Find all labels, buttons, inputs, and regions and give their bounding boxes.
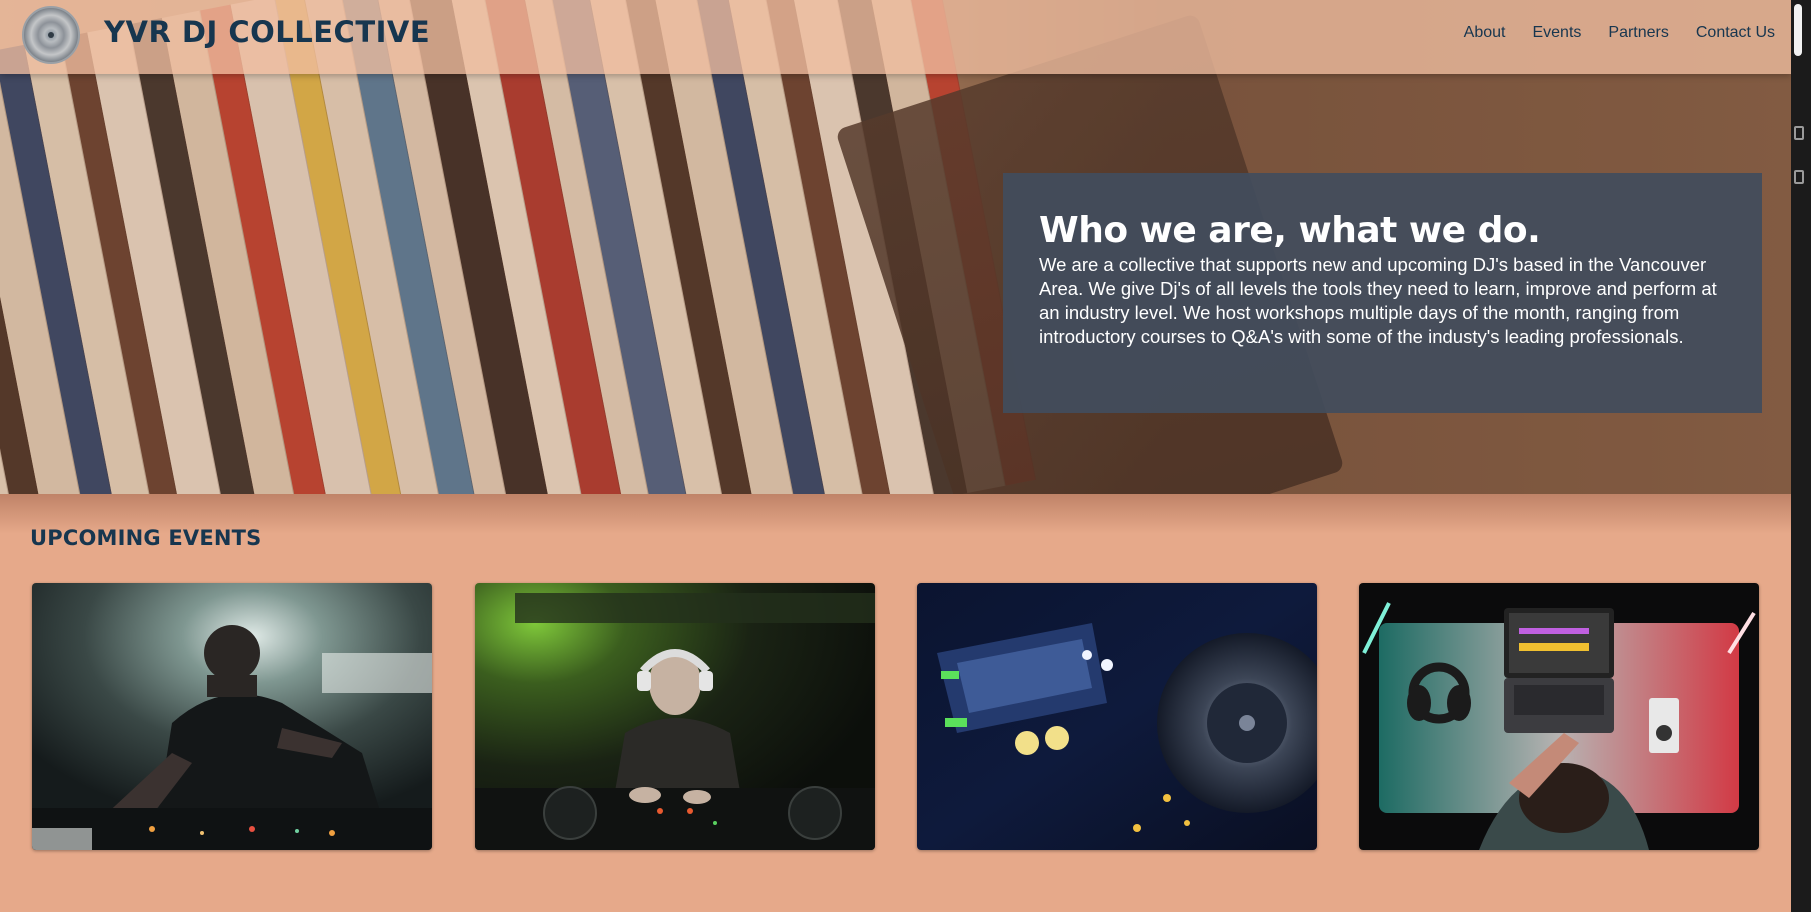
event-card[interactable]: [917, 583, 1317, 850]
about-text: We are a collective that supports new an…: [1039, 254, 1717, 347]
site-header: YVR DJ COLLECTIVE About Events Partners …: [0, 0, 1791, 74]
nav-link-partners[interactable]: Partners: [1608, 24, 1668, 42]
dj-performing-photo: [32, 583, 432, 850]
main-nav: About Events Partners Contact Us: [1464, 24, 1775, 42]
hero-section: Who we are, what we do. We are a collect…: [0, 0, 1791, 494]
producer-laptop-photo: [1359, 583, 1759, 850]
dj-controller-photo: [917, 583, 1317, 850]
side-panel-icon[interactable]: [1794, 170, 1804, 184]
vinyl-record-icon[interactable]: [22, 6, 80, 64]
event-card[interactable]: [475, 583, 875, 850]
nav-link-contact[interactable]: Contact Us: [1696, 24, 1775, 42]
event-card[interactable]: [1359, 583, 1759, 850]
events-heading: UPCOMING EVENTS: [30, 526, 262, 550]
event-card[interactable]: [32, 583, 432, 850]
site-brand[interactable]: YVR DJ COLLECTIVE: [104, 15, 430, 49]
side-panel-icon[interactable]: [1794, 126, 1804, 140]
about-info-box: Who we are, what we do. We are a collect…: [1003, 173, 1762, 413]
nav-link-events[interactable]: Events: [1532, 24, 1581, 42]
scrollbar-thumb[interactable]: [1794, 4, 1802, 56]
about-title: Who we are, what we do.: [1039, 210, 1541, 251]
nav-link-about[interactable]: About: [1464, 24, 1506, 42]
dj-with-headphones-photo: [475, 583, 875, 850]
page-viewport: Who we are, what we do. We are a collect…: [0, 0, 1791, 912]
section-divider-shadow: [0, 494, 1791, 534]
